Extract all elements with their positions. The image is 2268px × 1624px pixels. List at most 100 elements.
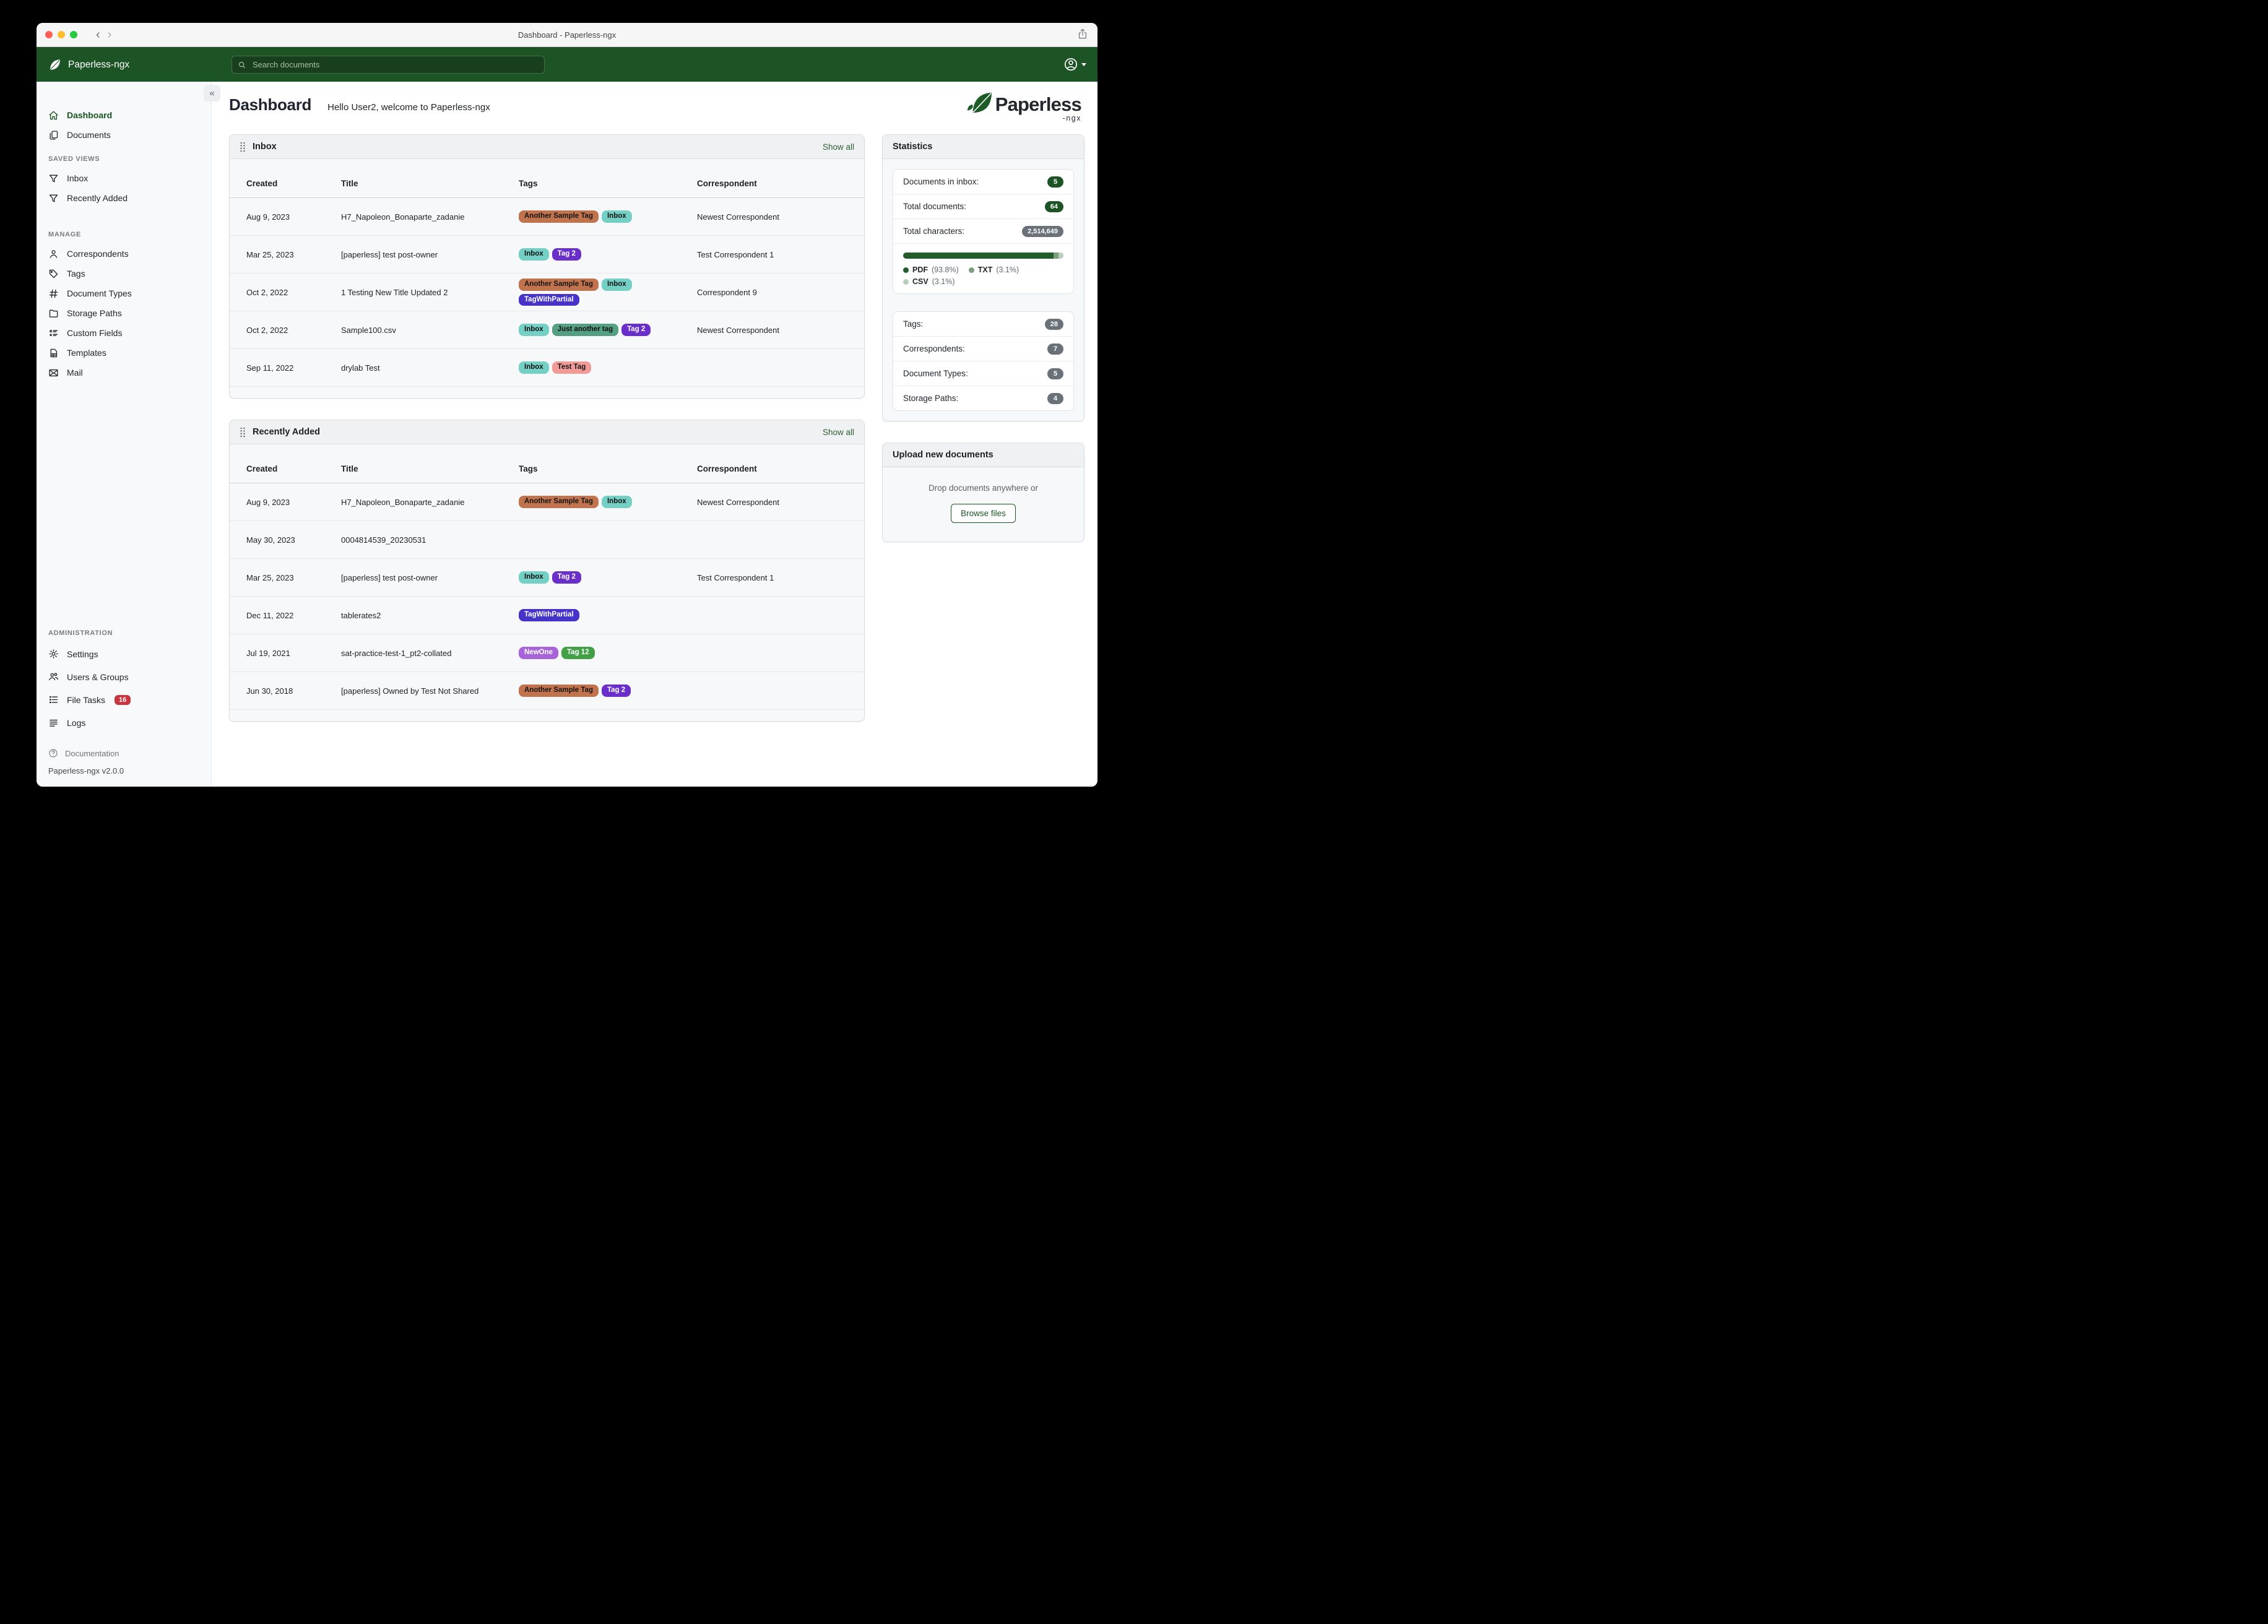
app-window: ‹ › Dashboard - Paperless-ngx Paperless-… bbox=[37, 23, 1097, 787]
column-header: Correspondent bbox=[697, 178, 757, 188]
tag-chip[interactable]: Inbox bbox=[601, 210, 632, 223]
window-zoom-button[interactable] bbox=[70, 31, 77, 38]
sidebar-item-label: File Tasks bbox=[67, 694, 105, 705]
history-forward-icon[interactable]: › bbox=[104, 28, 116, 41]
tag-chip[interactable]: Test Tag bbox=[552, 361, 592, 374]
tag-chip[interactable]: Tag 2 bbox=[621, 324, 651, 336]
tag-chip[interactable]: Inbox bbox=[519, 571, 549, 584]
cell-created: Oct 2, 2022 bbox=[246, 325, 288, 335]
upload-widget-header: Upload new documents bbox=[883, 443, 1084, 467]
tag-chip[interactable]: Another Sample Tag bbox=[519, 685, 599, 697]
inbox-show-all-link[interactable]: Show all bbox=[823, 142, 854, 152]
gear-icon bbox=[48, 649, 59, 659]
cell-tags: Another Sample Tag Tag 2 bbox=[519, 681, 697, 701]
table-row[interactable]: May 30, 2023 0004814539_20230531 bbox=[230, 521, 864, 559]
cell-tags: Inbox Just another tag Tag 2 bbox=[519, 320, 697, 340]
sidebar-item-tags[interactable]: Tags bbox=[37, 264, 211, 283]
sidebar-item-document-types[interactable]: Document Types bbox=[37, 283, 211, 303]
sidebar-item-label: Inbox bbox=[67, 173, 89, 183]
recently-added-widget-title: Recently Added bbox=[253, 427, 321, 437]
table-row[interactable]: Sep 11, 2022 drylab Test Inbox Test Tag bbox=[230, 349, 864, 387]
cell-tags: Inbox Test Tag bbox=[519, 358, 697, 378]
logs-icon bbox=[48, 717, 59, 728]
tag-chip[interactable]: Tag 2 bbox=[552, 571, 581, 584]
tag-chip[interactable]: Inbox bbox=[519, 361, 549, 374]
sidebar-item-storage-paths[interactable]: Storage Paths bbox=[37, 303, 211, 323]
statistics-widget-header: Statistics bbox=[883, 135, 1084, 159]
sidebar-item-settings[interactable]: Settings bbox=[37, 642, 211, 665]
history-back-icon[interactable]: ‹ bbox=[92, 28, 104, 41]
page-title: Dashboard bbox=[229, 95, 312, 114]
tag-chip[interactable]: Tag 2 bbox=[601, 685, 631, 697]
sidebar-item-file-tasks[interactable]: File Tasks 16 bbox=[37, 688, 211, 711]
table-row[interactable]: Mar 25, 2023 [paperless] test post-owner I… bbox=[230, 236, 864, 274]
tag-chip[interactable]: Tag 12 bbox=[561, 647, 595, 659]
cell-tags: TagWithPartial bbox=[519, 605, 697, 625]
tag-chip[interactable]: TagWithPartial bbox=[519, 293, 579, 306]
stat-row: Tags: 28 bbox=[893, 312, 1073, 337]
home-icon bbox=[48, 110, 59, 121]
main-content: Dashboard Hello User2, welcome to Paperl… bbox=[212, 82, 1097, 787]
sidebar-collapse-button[interactable]: « bbox=[204, 85, 220, 102]
table-row[interactable]: Jul 19, 2021 sat-practice-test-1_pt2-coll… bbox=[230, 634, 864, 672]
sidebar-item-templates[interactable]: Templates bbox=[37, 343, 211, 363]
window-close-button[interactable] bbox=[45, 31, 53, 38]
window-minimize-button[interactable] bbox=[58, 31, 65, 38]
drag-handle-icon[interactable] bbox=[240, 427, 246, 438]
sidebar-item-custom-fields[interactable]: Custom Fields bbox=[37, 323, 211, 343]
tag-chip[interactable]: TagWithPartial bbox=[519, 609, 579, 621]
table-row[interactable]: Aug 9, 2023 H7_Napoleon_Bonaparte_zadanie… bbox=[230, 483, 864, 521]
column-header: Tags bbox=[519, 464, 538, 473]
cell-correspondent: Test Correspondent 1 bbox=[697, 572, 774, 582]
cell-title: H7_Napoleon_Bonaparte_zadanie bbox=[341, 497, 465, 507]
table-row[interactable]: Aug 9, 2023 H7_Napoleon_Bonaparte_zadanie… bbox=[230, 198, 864, 236]
sidebar-item-recently-added[interactable]: Recently Added bbox=[37, 188, 211, 208]
table-row[interactable]: Oct 2, 2022 1 Testing New Title Updated 2… bbox=[230, 274, 864, 311]
user-menu[interactable] bbox=[1063, 57, 1086, 72]
sidebar-item-dashboard[interactable]: Dashboard bbox=[37, 105, 211, 125]
drag-handle-icon[interactable] bbox=[240, 142, 246, 152]
stat-value-badge: 28 bbox=[1044, 318, 1063, 330]
titlebar: ‹ › Dashboard - Paperless-ngx bbox=[37, 23, 1097, 47]
sidebar-item-users-groups[interactable]: Users & Groups bbox=[37, 665, 211, 688]
tag-chip[interactable]: Another Sample Tag bbox=[519, 496, 599, 508]
share-icon[interactable] bbox=[1076, 28, 1089, 40]
sidebar-item-documents[interactable]: Documents bbox=[37, 125, 211, 145]
stat-value-badge: 5 bbox=[1047, 176, 1063, 188]
tag-chip[interactable]: Inbox bbox=[519, 324, 549, 336]
tag-chip[interactable]: Tag 2 bbox=[552, 248, 581, 261]
recently-added-table-header: Created Title Tags Correspondent bbox=[230, 444, 864, 483]
recently-added-show-all-link[interactable]: Show all bbox=[823, 428, 854, 437]
sidebar-item-label: Document Types bbox=[67, 288, 132, 298]
upload-widget: Upload new documents Drop documents anyw… bbox=[882, 443, 1084, 542]
stat-label: Total characters: bbox=[903, 227, 965, 236]
tag-chip[interactable]: Another Sample Tag bbox=[519, 279, 599, 291]
upload-dropzone[interactable]: Drop documents anywhere or Browse files bbox=[883, 467, 1084, 542]
sidebar-item-correspondents[interactable]: Correspondents bbox=[37, 244, 211, 264]
tag-chip[interactable]: NewOne bbox=[519, 647, 559, 659]
table-row[interactable]: Mar 25, 2023 [paperless] test post-owner I… bbox=[230, 559, 864, 597]
column-header: Correspondent bbox=[697, 464, 757, 473]
logo-suffix: -ngx bbox=[1062, 114, 1081, 123]
cell-created: Mar 25, 2023 bbox=[246, 572, 294, 582]
tag-chip[interactable]: Inbox bbox=[601, 279, 632, 291]
search-input[interactable] bbox=[251, 59, 539, 70]
stat-row: Total documents: 64 bbox=[893, 194, 1073, 219]
table-row[interactable]: Dec 11, 2022 tablerates2 TagWithPartial bbox=[230, 597, 864, 634]
cell-correspondent: Newest Correspondent bbox=[697, 497, 779, 507]
tag-chip[interactable]: Another Sample Tag bbox=[519, 210, 599, 223]
stat-value-badge: 7 bbox=[1047, 343, 1063, 355]
sidebar-item-documentation[interactable]: Documentation bbox=[37, 744, 211, 762]
tag-chip[interactable]: Inbox bbox=[519, 248, 549, 261]
sidebar-item-mail[interactable]: Mail bbox=[37, 363, 211, 382]
brand-label: Paperless-ngx bbox=[68, 59, 130, 70]
browse-files-button[interactable]: Browse files bbox=[951, 504, 1016, 523]
brand[interactable]: Paperless-ngx bbox=[37, 58, 129, 72]
tag-chip[interactable]: Inbox bbox=[601, 496, 632, 508]
sidebar-item-inbox[interactable]: Inbox bbox=[37, 168, 211, 188]
documentation-label: Documentation bbox=[65, 748, 119, 758]
table-row[interactable]: Oct 2, 2022 Sample100.csv Inbox Just anothe… bbox=[230, 311, 864, 349]
tag-chip[interactable]: Just another tag bbox=[552, 324, 619, 336]
table-row[interactable]: Jun 30, 2018 [paperless] Owned by Test No… bbox=[230, 672, 864, 710]
sidebar-item-logs[interactable]: Logs bbox=[37, 711, 211, 734]
